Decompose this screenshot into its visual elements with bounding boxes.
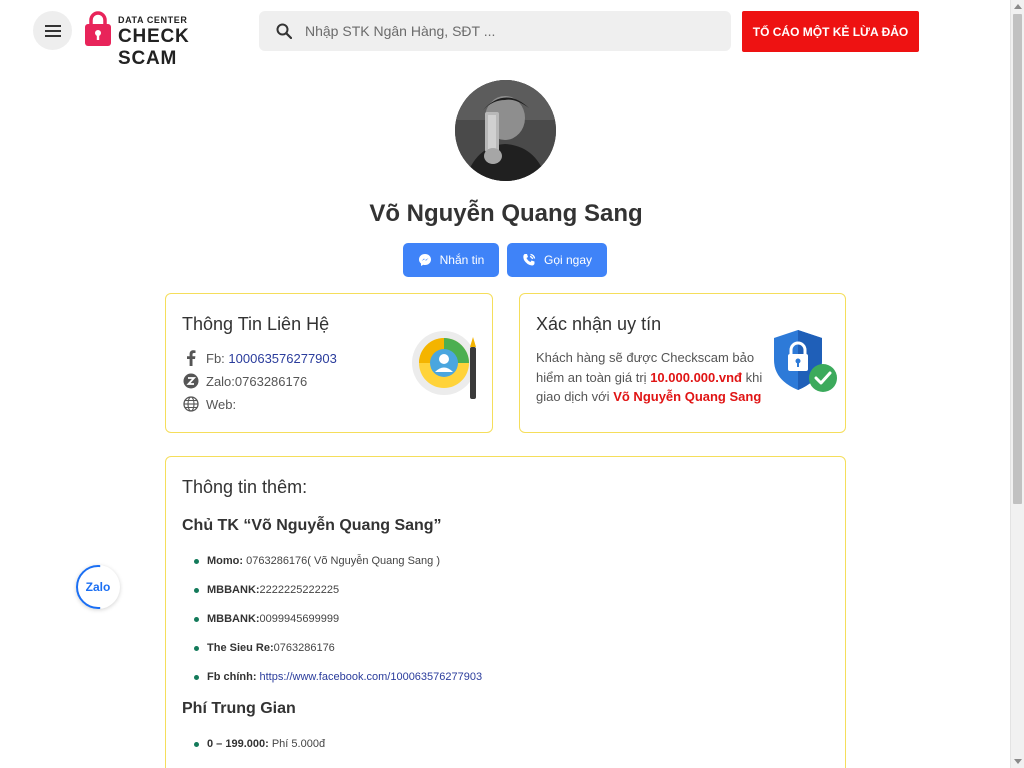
verified-shield-icon — [774, 330, 837, 392]
more-info-title: Thông tin thêm: — [182, 477, 308, 497]
facebook-row: Fb: 100063576277903 — [182, 349, 337, 367]
zalo-value: 0763286176 — [234, 373, 308, 389]
list-item: The Sieu Re: 0763286176 — [194, 642, 335, 654]
facebook-icon — [182, 349, 200, 367]
insurance-amount: 10.000.000.vnđ — [650, 369, 742, 385]
list-item: Fb chính: https://www.facebook.com/100063… — [194, 671, 482, 683]
bullet — [194, 616, 199, 622]
list-item-value: 0763286176( Võ Nguyễn Quang Sang ) — [246, 555, 440, 567]
logo-subtitle: DATA CENTER — [118, 15, 188, 25]
zalo-chat-label: Zalo — [85, 580, 111, 594]
bullet — [194, 587, 199, 593]
list-item-label: MBBANK: — [207, 584, 260, 596]
list-item-value: Phí 5.000đ — [271, 738, 326, 750]
scrollbar-thumb[interactable] — [1013, 14, 1022, 504]
phone-icon — [523, 253, 536, 266]
hamburger-icon — [44, 24, 61, 37]
avatar-photo — [455, 80, 556, 181]
list-item: 0 – 199.000: Phí 5.000đ — [194, 738, 325, 750]
list-item-label: MBBANK: — [207, 613, 260, 625]
menu-button[interactable] — [33, 11, 72, 50]
facebook-label: Fb: — [206, 350, 225, 366]
report-scammer-button[interactable]: TỐ CÁO MỘT KẺ LỪA ĐẢO — [742, 11, 919, 52]
profile-name: Võ Nguyễn Quang Sang — [369, 200, 643, 227]
bullet — [194, 558, 199, 564]
facebook-link[interactable]: 100063576277903 — [228, 351, 336, 366]
globe-icon — [182, 395, 200, 413]
list-item: Momo: 0763286176( Võ Nguyễn Quang Sang ) — [194, 555, 440, 567]
contact-info-card: Thông Tin Liên Hệ Fb: 100063576277903 Za… — [165, 293, 493, 433]
zalo-icon — [182, 372, 200, 390]
lock-icon — [85, 11, 111, 46]
zalo-row: Zalo: 0763286176 — [182, 372, 307, 390]
call-button[interactable]: Gọi ngay — [507, 243, 607, 277]
bullet — [194, 674, 199, 680]
list-item-value: 2222225222225 — [259, 584, 340, 596]
bullet — [194, 741, 199, 747]
trust-description: Khách hàng sẽ được Checkscam bảo hiểm an… — [536, 348, 766, 407]
search-bar[interactable] — [259, 11, 731, 51]
zalo-chat-button[interactable]: Zalo — [76, 565, 120, 609]
message-button-label: Nhắn tin — [439, 253, 485, 267]
list-item-label: Fb chính: — [207, 671, 257, 683]
call-button-label: Gọi ngay — [543, 253, 593, 267]
list-item-value: 0763286176 — [273, 642, 335, 654]
account-heading: Chủ TK “Võ Nguyễn Quang Sang” — [182, 517, 442, 534]
logo-title: CHECK SCAM — [118, 26, 190, 69]
header: DATA CENTER CHECK SCAM TỐ CÁO MỘT KẺ LỪA… — [0, 0, 1010, 69]
facebook-main-link[interactable]: https://www.facebook.com/100063576277903 — [260, 671, 483, 683]
messenger-icon — [418, 254, 431, 266]
contact-illustration-icon — [412, 331, 476, 399]
list-item-value: 0099945699999 — [259, 613, 340, 625]
list-item-label: 0 – 199.000: — [207, 738, 269, 750]
web-label: Web: — [206, 396, 237, 412]
scrollbar[interactable] — [1010, 0, 1024, 768]
search-input[interactable] — [305, 23, 705, 39]
site-logo[interactable]: DATA CENTER CHECK SCAM — [84, 11, 244, 69]
search-icon — [276, 23, 292, 39]
list-item: MBBANK: 2222225222225 — [194, 584, 339, 596]
trust-verification-card: Xác nhận uy tín Khách hàng sẽ được Check… — [519, 293, 846, 433]
message-button[interactable]: Nhắn tin — [403, 243, 499, 277]
web-row: Web: — [182, 395, 236, 413]
fee-heading: Phí Trung Gian — [182, 700, 296, 717]
avatar — [455, 80, 556, 181]
list-item-label: The Sieu Re: — [207, 642, 274, 654]
zalo-label: Zalo: — [206, 373, 235, 389]
scroll-down-arrow-icon[interactable] — [1014, 759, 1022, 764]
scroll-up-arrow-icon[interactable] — [1014, 4, 1022, 9]
bullet — [194, 645, 199, 651]
contact-card-title: Thông Tin Liên Hệ — [182, 314, 330, 334]
list-item-label: Momo: — [207, 555, 244, 567]
trust-name: Võ Nguyễn Quang Sang — [613, 389, 762, 404]
additional-info-card: Thông tin thêm: Chủ TK “Võ Nguyễn Quang … — [165, 456, 846, 768]
list-item: MBBANK: 0099945699999 — [194, 613, 339, 625]
trust-card-title: Xác nhận uy tín — [536, 314, 662, 334]
